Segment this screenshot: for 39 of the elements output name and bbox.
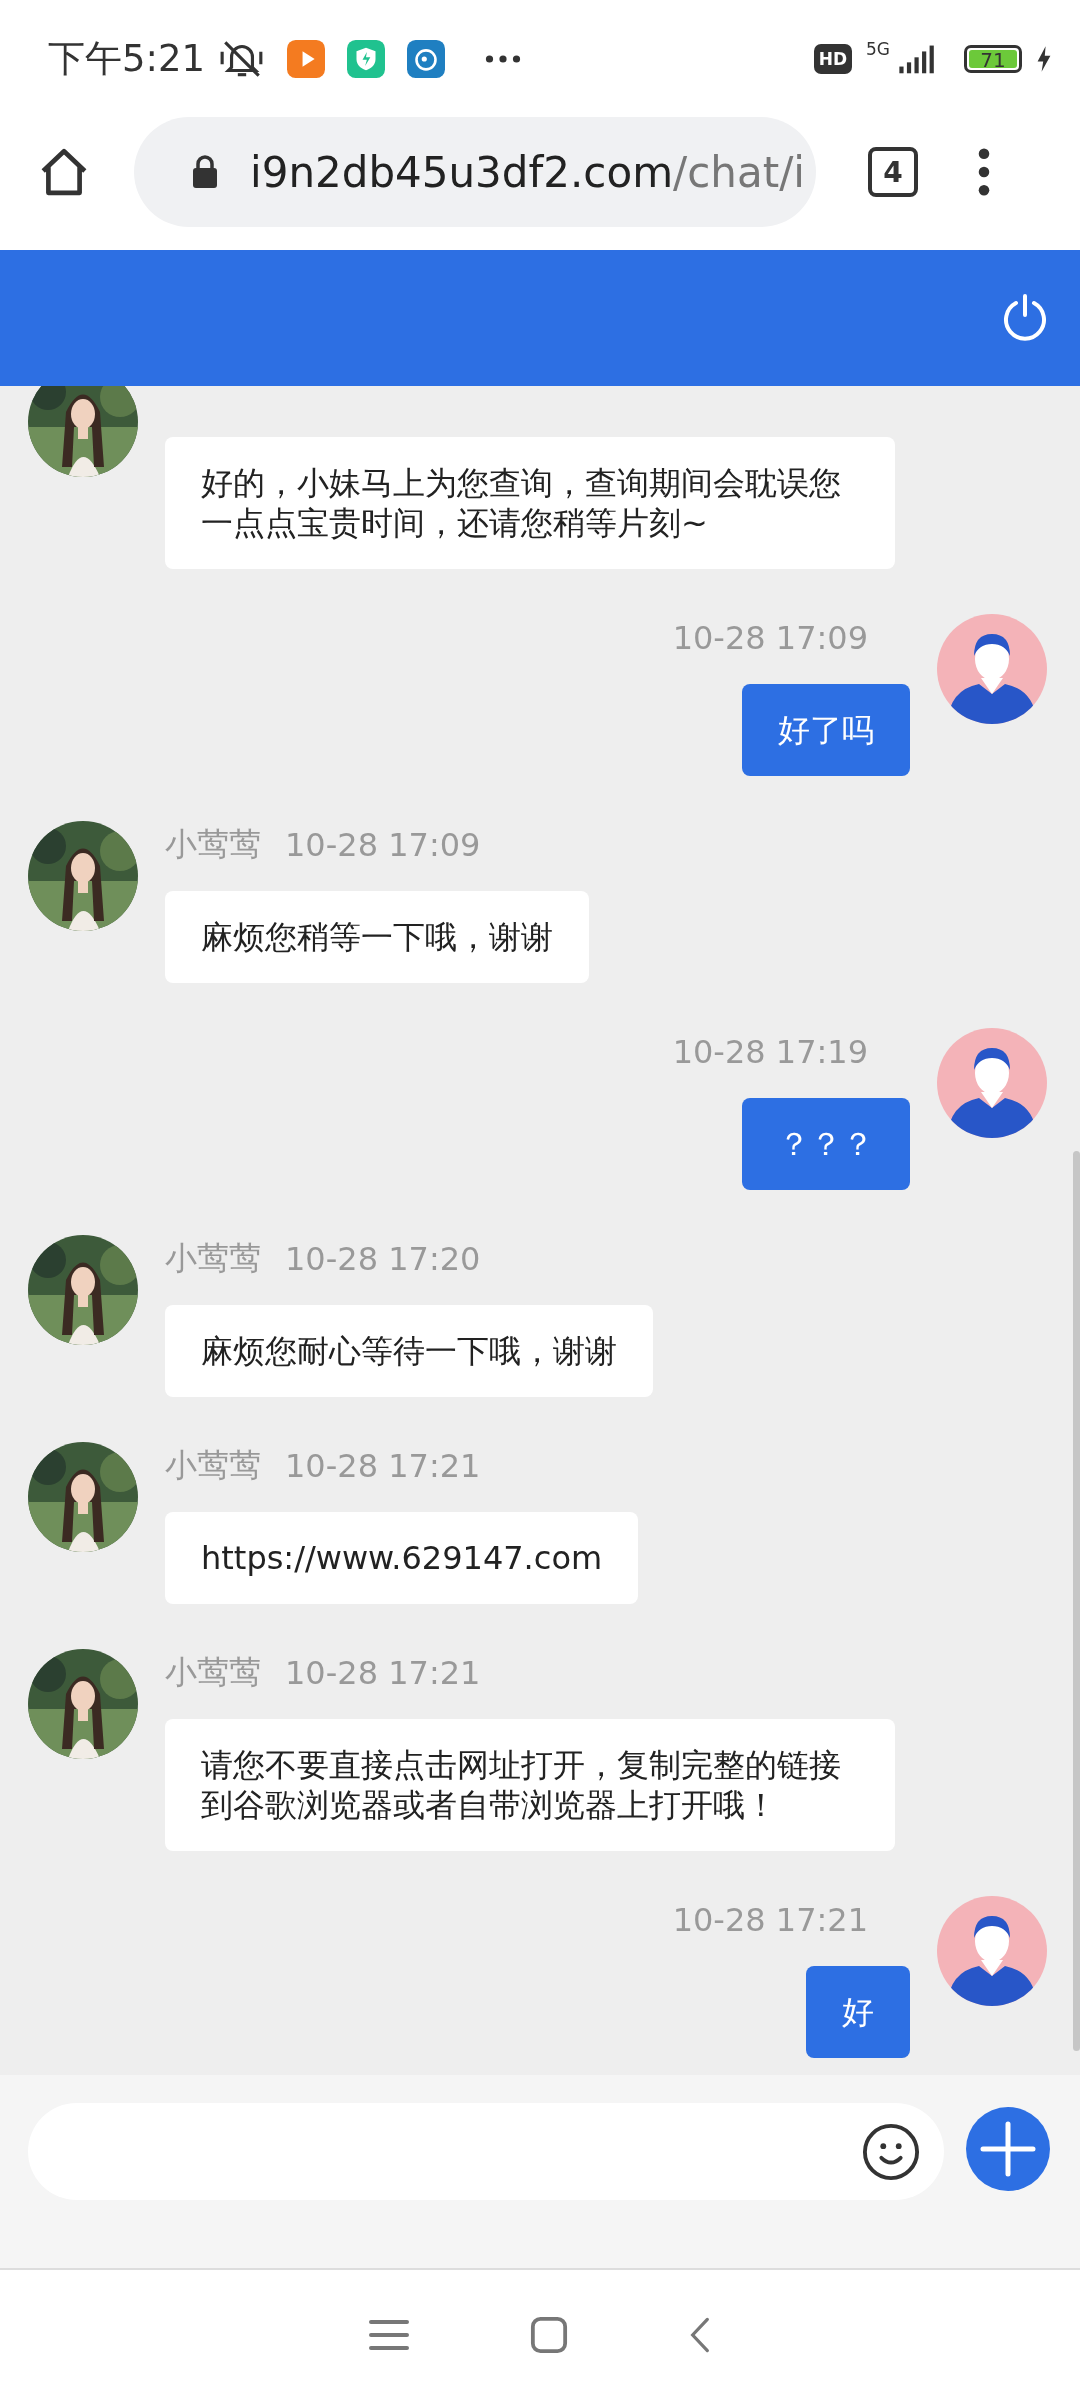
app-icon <box>347 40 386 78</box>
message-time: 10-28 17:19 <box>672 1033 868 1071</box>
message-time: 10-28 17:21 <box>285 1654 481 1692</box>
sender-name: 小莺莺 <box>165 1238 261 1279</box>
message-bubble: 好 <box>806 1966 910 2058</box>
message-time: 10-28 17:09 <box>285 826 481 864</box>
message-time: 10-28 17:20 <box>285 1240 481 1278</box>
avatar-icon <box>937 1896 1047 2006</box>
clock-time: 下午5:21 <box>48 36 206 82</box>
message-time: 10-28 17:09 <box>672 619 868 657</box>
message-bubble: ？？？ <box>742 1098 910 1190</box>
message-bubble: https://www.629147.com <box>165 1512 639 1604</box>
avatar-icon <box>937 614 1047 724</box>
app-icon <box>407 40 446 78</box>
back-icon[interactable] <box>689 2316 711 2354</box>
hd-badge: HD <box>813 44 852 74</box>
address-bar[interactable]: i9n2db45u3df2.com/chat/i <box>134 117 816 227</box>
battery-level: 71 <box>969 50 1017 68</box>
message-time: 10-28 17:21 <box>285 1447 481 1485</box>
message-bubble: 好了吗 <box>742 684 910 776</box>
tab-count-button[interactable]: 4 <box>868 147 918 197</box>
message-bubble: 麻烦您稍等一下哦，谢谢 <box>165 891 589 983</box>
sender-name: 小莺莺 <box>165 824 261 865</box>
message-bubble: 好的，小妹马上为您查询，查询期间会耽误您一点点宝贵时间，还请您稍等片刻~ <box>165 437 895 569</box>
network-label: 5G <box>866 39 890 59</box>
sender-name: 小莺莺 <box>165 1445 261 1486</box>
message-time: 10-28 17:21 <box>672 1901 868 1939</box>
message-bubble: 麻烦您耐心等待一下哦，谢谢 <box>165 1305 653 1397</box>
message-bubble: 请您不要直接点击网址打开，复制完整的链接到谷歌浏览器或者自带浏览器上打开哦！ <box>165 1719 895 1851</box>
emoji-icon[interactable] <box>862 2122 920 2181</box>
avatar-icon <box>937 1028 1047 1138</box>
sender-name: 小莺莺 <box>165 1652 261 1693</box>
app-icon <box>287 40 326 78</box>
url-text: i9n2db45u3df2.com/chat/i <box>250 147 805 197</box>
add-button[interactable] <box>966 2107 1050 2191</box>
overflow-menu-icon[interactable] <box>978 148 990 196</box>
more-icon <box>485 54 522 64</box>
lock-icon <box>192 155 218 189</box>
scrollbar[interactable] <box>1073 1151 1080 2051</box>
